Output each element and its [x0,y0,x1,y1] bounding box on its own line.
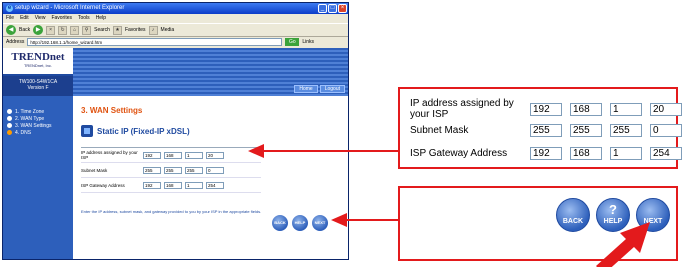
buttons-callout-arrow [331,213,398,227]
next-pointer-arrow-icon [596,222,650,267]
form-callout-arrow [248,144,398,158]
callout-arrows [248,144,650,267]
